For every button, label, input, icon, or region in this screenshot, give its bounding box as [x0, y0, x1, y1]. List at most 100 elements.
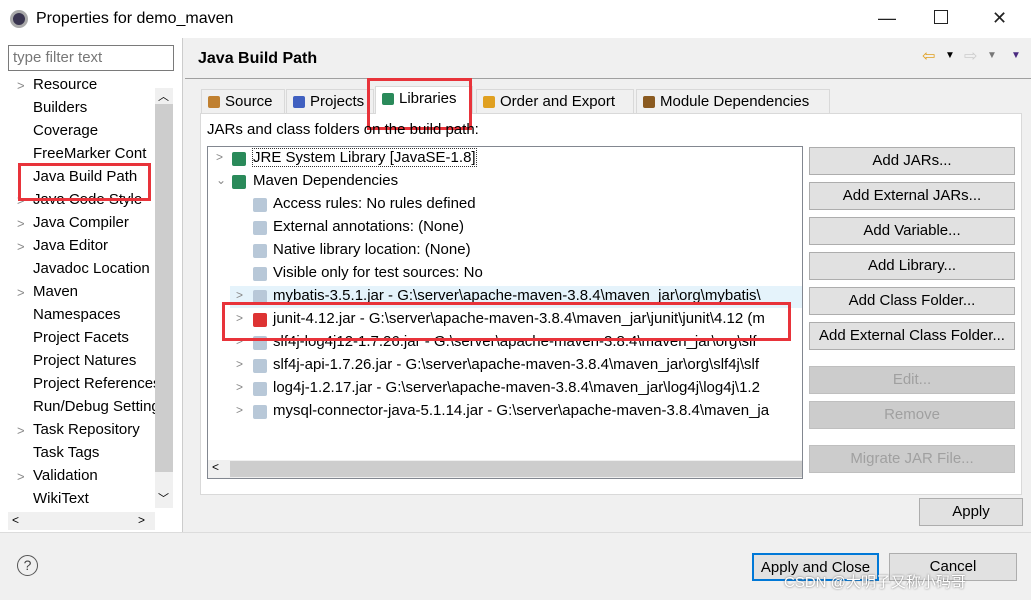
tab-order-and-export[interactable]: Order and Export	[476, 89, 634, 113]
edit-button[interactable]: Edit...	[809, 366, 1015, 394]
sidebar-item[interactable]: Project Facets	[33, 329, 155, 346]
add-jars-button[interactable]: Add JARs...	[809, 147, 1015, 175]
expand-icon[interactable]: >	[17, 78, 25, 93]
remove-button[interactable]: Remove	[809, 401, 1015, 429]
sidebar-item[interactable]: Java Compiler	[33, 214, 155, 231]
sidebar-scroll-thumb[interactable]	[155, 104, 173, 472]
expand-icon[interactable]: >	[17, 423, 25, 438]
divider	[185, 78, 1031, 79]
forward-arrow-icon[interactable]: ⇨	[964, 46, 977, 66]
sidebar-item[interactable]: Task Repository	[33, 421, 155, 438]
highlight-box	[18, 163, 151, 201]
back-arrow-icon[interactable]: ⇦	[922, 46, 935, 66]
sidebar-hscrollbar[interactable]	[8, 512, 155, 530]
page-title: Java Build Path	[198, 50, 318, 67]
sidebar: type filter text > Resource Builders Covera…	[0, 38, 183, 532]
sidebar-item[interactable]: FreeMarker Cont	[33, 145, 155, 162]
minimize-button[interactable]: —	[878, 8, 896, 29]
scroll-left-icon[interactable]: <	[212, 460, 219, 474]
highlight-box	[222, 302, 791, 341]
add-external-jars-button[interactable]: Add External JARs...	[809, 182, 1015, 210]
tree-row[interactable]: Access rules: No rules defined	[230, 194, 802, 216]
tree-scroll-thumb[interactable]	[230, 461, 802, 477]
view-menu-icon[interactable]: ▼	[1011, 50, 1021, 61]
collapse-icon[interactable]: ⌄	[216, 173, 226, 187]
maximize-button[interactable]	[934, 10, 948, 24]
filter-input[interactable]: type filter text	[8, 45, 174, 71]
add-class-folder-button[interactable]: Add Class Folder...	[809, 287, 1015, 315]
forward-menu-icon[interactable]: ▼	[987, 50, 997, 61]
tree-row-label: External annotations: (None)	[273, 218, 464, 235]
tree-row-label: mysql-connector-java-5.1.14.jar - G:\ser…	[273, 402, 770, 419]
tree-row-label: Access rules: No rules defined	[273, 195, 476, 212]
add-variable-button[interactable]: Add Variable...	[809, 217, 1015, 245]
title-bar: Properties for demo_maven — ✕	[0, 0, 1031, 38]
expand-icon[interactable]: >	[236, 403, 243, 417]
sidebar-item[interactable]: Run/Debug Settings	[33, 398, 155, 415]
sidebar-item[interactable]: Maven	[33, 283, 155, 300]
expand-icon[interactable]: >	[216, 150, 223, 164]
tree-row-label: Native library location: (None)	[273, 241, 471, 258]
library-icon	[232, 152, 246, 166]
tab-source[interactable]: Source	[201, 89, 285, 113]
window-title: Properties for demo_maven	[36, 10, 234, 27]
tree-row[interactable]: ⌄ Maven Dependencies	[208, 171, 802, 193]
tree-row-label: JRE System Library [JavaSE-1.8]	[252, 148, 477, 167]
watermark: CSDN @大明子又称小码哥	[784, 574, 966, 591]
sidebar-item[interactable]: Builders	[33, 99, 155, 116]
module-icon	[643, 96, 655, 108]
expand-icon[interactable]: >	[236, 357, 243, 371]
sidebar-item[interactable]: Project Natures	[33, 352, 155, 369]
scroll-down-icon[interactable]: ﹀	[158, 490, 169, 506]
tree-row-label: Visible only for test sources: No	[273, 264, 483, 281]
jar-icon	[253, 382, 267, 396]
sidebar-item[interactable]: Project References	[33, 375, 155, 392]
sidebar-item[interactable]: Javadoc Location	[33, 260, 155, 277]
order-icon	[483, 96, 495, 108]
sidebar-item[interactable]: Task Tags	[33, 444, 155, 461]
tree-row-label: Maven Dependencies	[253, 172, 399, 189]
folder-icon	[293, 96, 305, 108]
attribute-icon	[253, 221, 267, 235]
tab-label: Projects	[310, 93, 365, 110]
tree-row[interactable]: External annotations: (None)	[230, 217, 802, 239]
sidebar-item[interactable]: WikiText	[33, 490, 155, 507]
back-menu-icon[interactable]: ▼	[945, 50, 955, 61]
tab-label: Source	[225, 93, 273, 110]
scroll-right-icon[interactable]: >	[138, 513, 145, 527]
scroll-up-icon[interactable]: ︿	[158, 88, 169, 104]
sidebar-item[interactable]: Namespaces	[33, 306, 155, 323]
sidebar-item[interactable]: Coverage	[33, 122, 155, 139]
expand-icon[interactable]: >	[17, 239, 25, 254]
tree-row[interactable]: > mysql-connector-java-5.1.14.jar - G:\se…	[230, 401, 802, 423]
expand-icon[interactable]: >	[17, 285, 25, 300]
expand-icon[interactable]: >	[236, 288, 243, 302]
source-icon	[208, 96, 220, 108]
footer: ? Apply and Close Cancel CSDN @大明子又称小码哥	[0, 532, 1031, 600]
sidebar-item[interactable]: Java Editor	[33, 237, 155, 254]
app-icon	[10, 10, 28, 28]
sidebar-item[interactable]: Validation	[33, 467, 155, 484]
tree-row[interactable]: > JRE System Library [JavaSE-1.8]	[208, 148, 802, 170]
tree-row[interactable]: > log4j-1.2.17.jar - G:\server\apache-mav…	[230, 378, 802, 400]
expand-icon[interactable]: >	[17, 469, 25, 484]
close-button[interactable]: ✕	[992, 8, 1007, 29]
migrate-jar-file-button[interactable]: Migrate JAR File...	[809, 445, 1015, 473]
scroll-left-icon[interactable]: <	[12, 513, 19, 527]
expand-icon[interactable]: >	[17, 216, 25, 231]
add-external-class-folder-button[interactable]: Add External Class Folder...	[809, 322, 1015, 350]
description-label: JARs and class folders on the build path…	[207, 121, 479, 138]
tree-row[interactable]: Visible only for test sources: No	[230, 263, 802, 285]
attribute-icon	[253, 267, 267, 281]
expand-icon[interactable]: >	[236, 380, 243, 394]
tree-row[interactable]: Native library location: (None)	[230, 240, 802, 262]
tab-projects[interactable]: Projects	[286, 89, 374, 113]
add-library-button[interactable]: Add Library...	[809, 252, 1015, 280]
apply-button[interactable]: Apply	[919, 498, 1023, 526]
tree-row[interactable]: > slf4j-api-1.7.26.jar - G:\server\apache…	[230, 355, 802, 377]
help-icon[interactable]: ?	[17, 555, 38, 576]
tree-row-label: slf4j-api-1.7.26.jar - G:\server\apache-…	[273, 356, 760, 373]
tab-module-dependencies[interactable]: Module Dependencies	[636, 89, 830, 113]
attribute-icon	[253, 244, 267, 258]
sidebar-item[interactable]: Resource	[33, 76, 155, 93]
